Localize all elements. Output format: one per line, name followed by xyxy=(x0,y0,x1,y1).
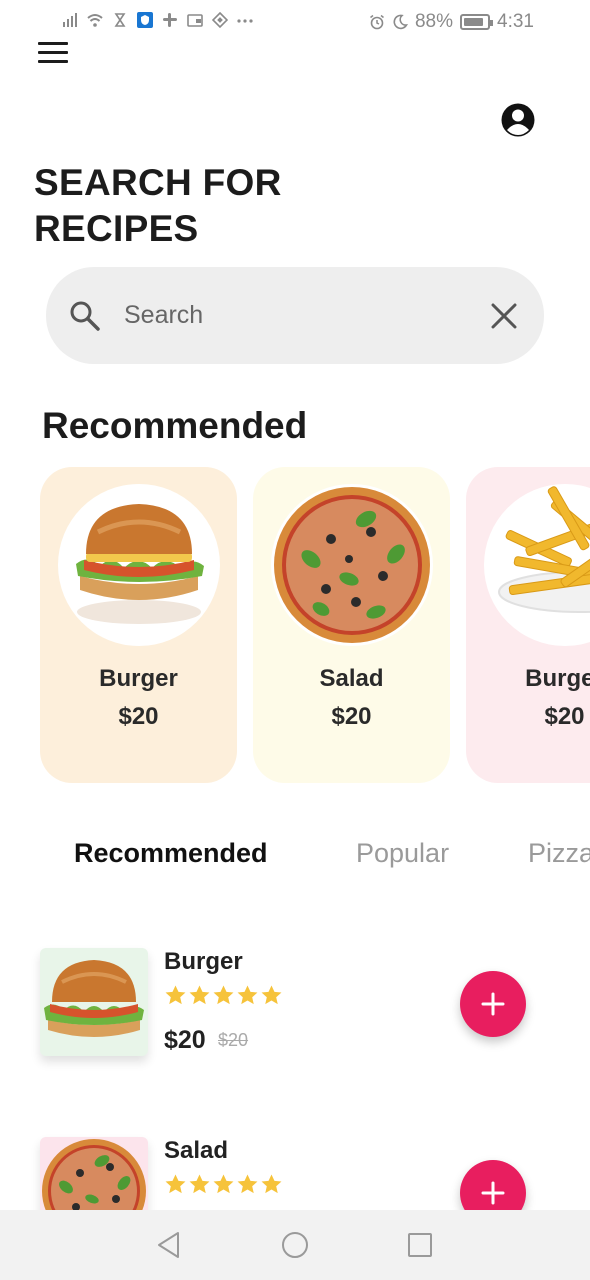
star-icon xyxy=(237,1174,258,1194)
add-to-cart-button[interactable] xyxy=(460,971,526,1037)
wifi-icon xyxy=(87,14,103,27)
fries-image xyxy=(484,484,590,646)
page-title: SEARCH FOR RECIPES xyxy=(34,162,282,249)
burger-image xyxy=(58,484,220,646)
wallet-icon xyxy=(187,14,203,27)
hourglass-icon xyxy=(114,13,126,27)
slack-icon xyxy=(163,13,177,27)
list-item[interactable]: Burger $20 $20 xyxy=(40,948,560,1058)
system-nav-bar xyxy=(0,1210,590,1280)
menu-line xyxy=(38,42,68,45)
pizza-image xyxy=(271,484,433,646)
alarm-icon xyxy=(370,14,384,30)
star-icon xyxy=(213,1174,234,1194)
search-input[interactable] xyxy=(124,295,464,335)
tab-pizza[interactable]: Pizza xyxy=(528,838,590,869)
status-bar: 88% 4:31 xyxy=(0,0,590,44)
star-icon xyxy=(213,985,234,1005)
card-name: Burger xyxy=(525,665,590,692)
card-price: $20 xyxy=(118,703,159,730)
close-icon[interactable] xyxy=(491,303,517,329)
tab-recommended[interactable]: Recommended xyxy=(74,838,268,869)
item-price: $20 xyxy=(164,1026,206,1054)
star-icon xyxy=(165,985,186,1005)
star-rating xyxy=(164,1173,283,1196)
tab-popular[interactable]: Popular xyxy=(356,838,449,869)
star-icon xyxy=(237,985,258,1005)
more-dots-icon xyxy=(237,19,253,23)
star-icon xyxy=(165,1174,186,1194)
star-icon xyxy=(261,1174,282,1194)
signal-icon xyxy=(63,13,77,27)
category-tabs: Recommended Popular Pizza xyxy=(0,838,590,878)
account-circle-icon[interactable] xyxy=(501,103,535,137)
item-old-price: $20 xyxy=(218,1030,249,1050)
menu-line xyxy=(38,60,68,63)
recommended-carousel[interactable]: Burger $20 Salad $20 Burge $20 xyxy=(40,467,590,783)
recipe-card[interactable]: Salad $20 xyxy=(253,467,450,783)
clock: 4:31 xyxy=(497,11,534,32)
battery-percent: 88% xyxy=(414,11,454,32)
vpn-shield-icon xyxy=(137,12,153,28)
plus-icon xyxy=(481,992,505,1016)
hamburger-menu-icon[interactable] xyxy=(38,42,68,64)
battery-icon xyxy=(460,14,494,30)
battery-fill xyxy=(464,18,484,26)
moon-icon xyxy=(393,14,408,30)
status-icons-left xyxy=(62,12,253,28)
status-icons-right: 88% 4:31 xyxy=(369,11,534,33)
recipe-card[interactable]: Burger $20 xyxy=(466,467,590,783)
burger-thumbnail xyxy=(40,948,148,1056)
card-name: Salad xyxy=(319,665,384,692)
plus-icon xyxy=(481,1181,505,1205)
card-name: Burger xyxy=(99,665,178,692)
recipe-card[interactable]: Burger $20 xyxy=(40,467,237,783)
binance-icon xyxy=(212,12,228,28)
recents-icon[interactable] xyxy=(405,1230,435,1260)
star-icon xyxy=(189,1174,210,1194)
search-bar[interactable] xyxy=(46,267,544,364)
menu-line xyxy=(38,51,68,54)
star-icon xyxy=(189,985,210,1005)
search-icon[interactable] xyxy=(68,299,102,333)
back-icon[interactable] xyxy=(154,1230,184,1260)
item-name: Salad xyxy=(164,1137,229,1164)
card-price: $20 xyxy=(544,703,585,730)
star-icon xyxy=(261,985,282,1005)
item-name: Burger xyxy=(164,948,243,975)
home-icon[interactable] xyxy=(280,1230,310,1260)
card-price: $20 xyxy=(331,703,372,730)
star-rating xyxy=(164,984,283,1007)
recommended-heading: Recommended xyxy=(42,405,308,446)
